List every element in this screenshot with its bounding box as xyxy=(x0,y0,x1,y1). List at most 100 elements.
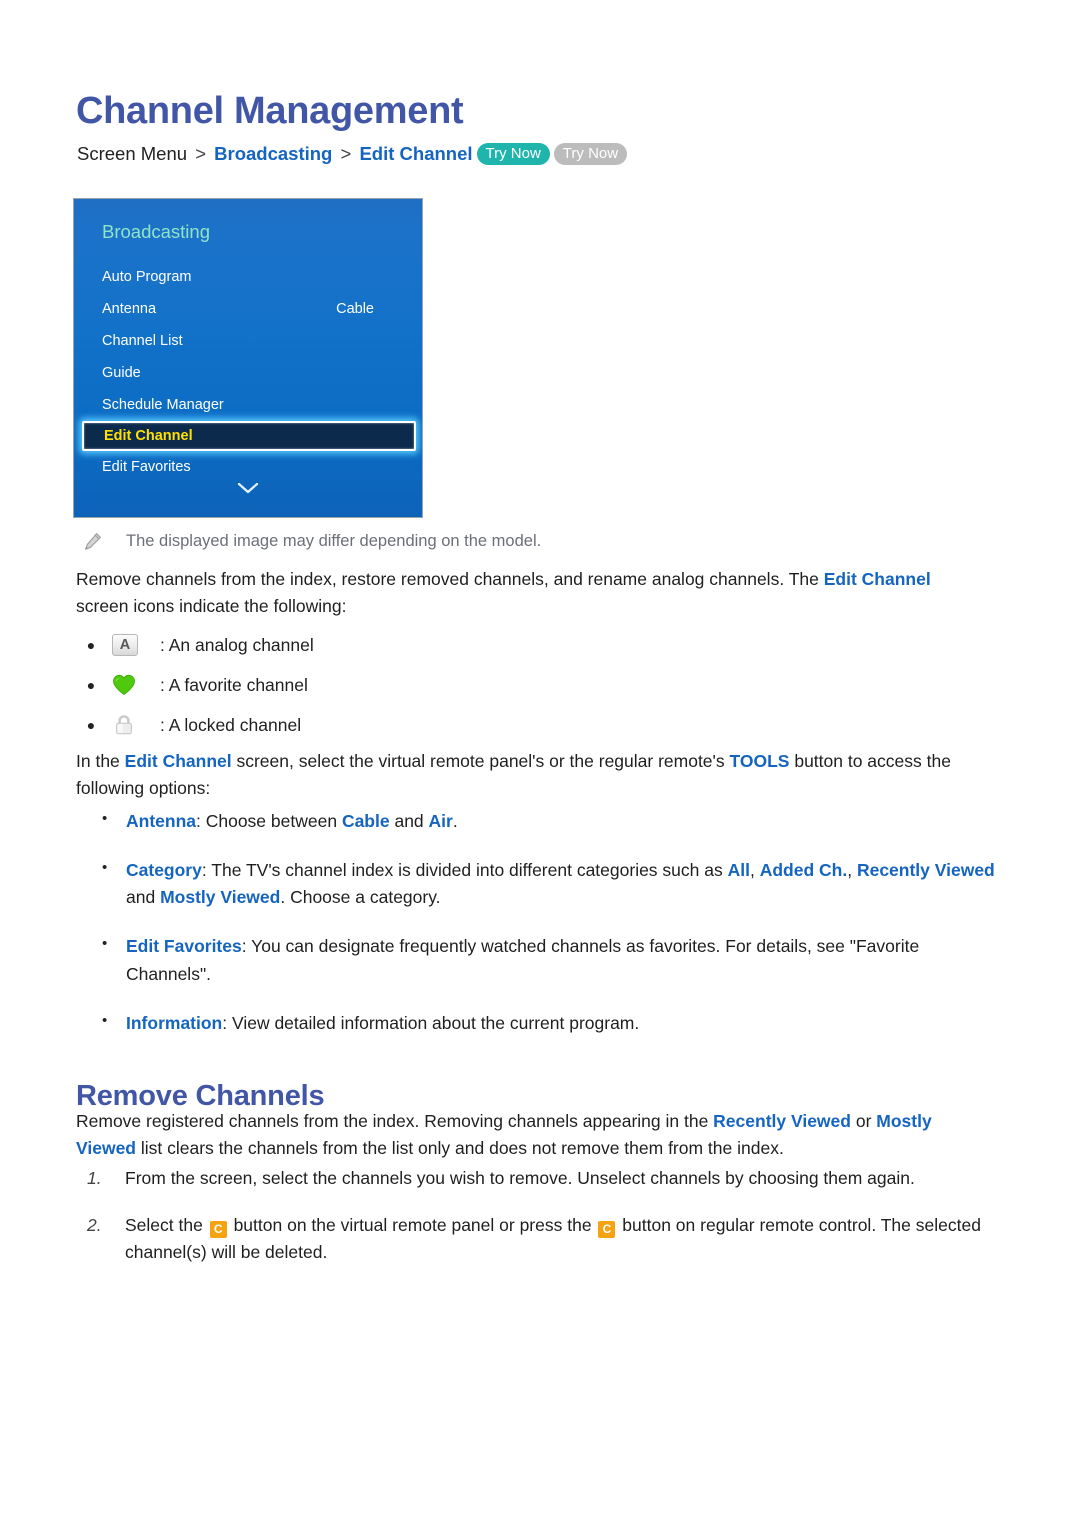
option-item-edit-favorites: Edit Favorites: You can designate freque… xyxy=(96,932,996,987)
tv-menu-item-label: Guide xyxy=(102,365,141,381)
steps-list: 1. From the screen, select the channels … xyxy=(83,1165,1013,1286)
option-term[interactable]: Category xyxy=(126,860,202,880)
option-body: : View detailed information about the cu… xyxy=(222,1013,639,1033)
inline-link[interactable]: Recently Viewed xyxy=(857,860,995,880)
breadcrumb-separator-1: > xyxy=(195,143,206,164)
note-text: The displayed image may differ depending… xyxy=(126,532,542,550)
bullet-dot: ● xyxy=(86,677,96,693)
tv-menu-item-edit-channel[interactable]: Edit Channel xyxy=(82,421,416,451)
page-title: Channel Management xyxy=(76,90,464,133)
breadcrumb-item-broadcasting[interactable]: Broadcasting xyxy=(214,143,332,164)
option-body: : You can designate frequently watched c… xyxy=(126,936,919,983)
inline-link[interactable]: Mostly Viewed xyxy=(160,887,280,907)
inline-link[interactable]: Cable xyxy=(342,811,390,831)
tv-menu-item-label: Edit Channel xyxy=(104,428,193,444)
remove-part-1: Remove registered channels from the inde… xyxy=(76,1111,714,1131)
inline-link[interactable]: All xyxy=(728,860,750,880)
tv-menu-item-label: Auto Program xyxy=(102,269,192,285)
step-body: From the screen, select the channels you… xyxy=(125,1168,915,1188)
document-page: Channel Management Screen Menu > Broadca… xyxy=(0,0,1080,1527)
step-body: Select the C button on the virtual remot… xyxy=(125,1215,981,1262)
tv-menu-panel: Broadcasting Auto Program Antenna Cable … xyxy=(73,198,423,518)
pencil-icon xyxy=(82,531,104,553)
tv-menu-item-auto-program[interactable]: Auto Program xyxy=(74,261,422,293)
tv-menu-list: Auto Program Antenna Cable Channel List … xyxy=(74,261,422,483)
tv-menu-item-label: Channel List xyxy=(102,333,183,349)
legend-item-locked: ● : A locked channel xyxy=(76,705,876,745)
green-heart-icon xyxy=(106,674,160,696)
bullet-dot: ● xyxy=(86,717,96,733)
inline-text: button on the virtual remote panel or pr… xyxy=(228,1215,597,1236)
chevron-down-icon[interactable] xyxy=(74,482,422,499)
analog-letter-a-icon: A xyxy=(106,634,160,656)
intro-part-1: Remove channels from the index, restore … xyxy=(76,569,824,589)
inline-text: : Choose between xyxy=(196,811,342,831)
option-term[interactable]: Edit Favorites xyxy=(126,936,242,956)
inline-text: : The TV's channel index is divided into… xyxy=(201,860,728,881)
inline-text: Select the xyxy=(125,1215,208,1236)
inline-text: , xyxy=(847,860,857,881)
note-row: The displayed image may differ depending… xyxy=(82,531,541,553)
intro-link-edit-channel[interactable]: Edit Channel xyxy=(824,569,931,589)
tv-menu-title: Broadcasting xyxy=(102,221,210,242)
breadcrumb-item-edit-channel[interactable]: Edit Channel xyxy=(359,143,472,164)
inline-text: From the screen, select the channels you… xyxy=(125,1168,915,1188)
inline-text: and xyxy=(126,887,161,908)
try-now-badge-secondary[interactable]: Try Now xyxy=(553,143,628,166)
tv-menu-item-guide[interactable]: Guide xyxy=(74,357,422,389)
inline-text: . Choose a category. xyxy=(280,887,441,908)
step-number: 1. xyxy=(87,1168,102,1188)
inline-link[interactable]: Added Ch. xyxy=(760,860,848,880)
intro-paragraph: Remove channels from the index, restore … xyxy=(76,566,986,620)
tools-paragraph: In the Edit Channel screen, select the v… xyxy=(76,748,996,802)
tools-part-2: screen, select the virtual remote panel'… xyxy=(231,751,730,771)
tv-menu-item-label: Schedule Manager xyxy=(102,397,224,413)
inline-text: : View detailed information about the cu… xyxy=(222,1012,640,1033)
remove-paragraph: Remove registered channels from the inde… xyxy=(76,1108,996,1162)
inline-text: , xyxy=(749,860,760,881)
inline-text: and xyxy=(389,811,429,831)
analog-badge-glyph: A xyxy=(112,634,138,656)
tools-part-1: In the xyxy=(76,751,125,771)
remote-key-c-icon[interactable]: C xyxy=(598,1221,616,1239)
option-item-antenna: Antenna: Choose between Cable and Air. xyxy=(96,807,996,835)
legend-item-label: : A locked channel xyxy=(160,714,302,735)
breadcrumb-root: Screen Menu xyxy=(77,143,188,164)
options-list: Antenna: Choose between Cable and Air. C… xyxy=(96,807,996,1059)
tv-menu-item-value: Cable xyxy=(336,301,374,317)
tv-menu-item-label: Edit Favorites xyxy=(102,459,191,475)
bullet-dot: ● xyxy=(86,637,96,653)
option-body: : Choose between Cable and Air. xyxy=(196,811,458,831)
option-item-category: Category: The TV's channel index is divi… xyxy=(96,856,996,911)
tv-menu-item-antenna[interactable]: Antenna Cable xyxy=(74,293,422,325)
legend-item-favorite: ● : A favorite channel xyxy=(76,665,876,705)
option-term[interactable]: Antenna xyxy=(126,811,196,831)
legend-item-label: : An analog channel xyxy=(160,634,314,655)
step-number: 2. xyxy=(87,1215,102,1236)
legend-item-analog: ● A : An analog channel xyxy=(76,625,876,665)
tools-link-edit-channel[interactable]: Edit Channel xyxy=(125,751,232,771)
padlock-icon xyxy=(106,713,160,737)
tv-menu-item-label: Antenna xyxy=(102,301,157,317)
inline-text: : You can designate frequently watched c… xyxy=(126,936,920,984)
remove-part-3: list clears the channels from the list o… xyxy=(136,1138,784,1159)
tv-menu-item-channel-list[interactable]: Channel List xyxy=(74,325,422,357)
step-item-1: 1. From the screen, select the channels … xyxy=(83,1165,1013,1192)
step-item-2: 2. Select the C button on the virtual re… xyxy=(83,1212,1013,1266)
remove-link-recently-viewed[interactable]: Recently Viewed xyxy=(713,1111,851,1131)
remote-key-c-icon[interactable]: C xyxy=(209,1221,227,1239)
breadcrumb-separator-2: > xyxy=(340,143,352,164)
inline-text: . xyxy=(452,811,458,831)
tools-link-tools[interactable]: TOOLS xyxy=(730,751,790,771)
option-term[interactable]: Information xyxy=(126,1013,222,1033)
remove-part-2: or xyxy=(850,1111,877,1131)
intro-part-2: screen icons indicate the following: xyxy=(76,596,347,617)
legend-item-label: : A favorite channel xyxy=(160,674,308,695)
option-item-information: Information: View detailed information a… xyxy=(96,1009,996,1037)
tv-menu-item-schedule-manager[interactable]: Schedule Manager xyxy=(74,389,422,421)
inline-link[interactable]: Air xyxy=(429,811,453,831)
breadcrumb: Screen Menu > Broadcasting > Edit Channe… xyxy=(77,143,628,166)
try-now-badge-primary[interactable]: Try Now xyxy=(476,143,550,166)
tv-menu-item-edit-favorites[interactable]: Edit Favorites xyxy=(74,451,422,483)
icon-legend-list: ● A : An analog channel ● : A favorite c… xyxy=(76,625,876,745)
